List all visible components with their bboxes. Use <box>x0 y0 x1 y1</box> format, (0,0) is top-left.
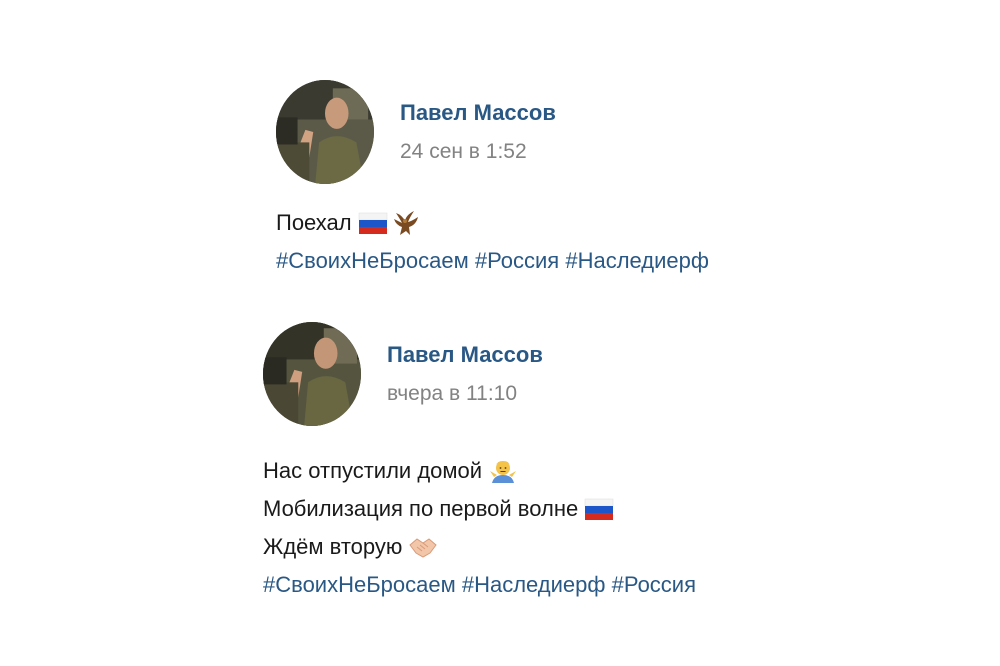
handshake-icon <box>408 533 438 561</box>
post-header: Павел Массов вчера в 11:10 <box>263 322 696 426</box>
hashtags: #СвоихНеБросаем #Наследиерф #Россия <box>263 566 696 604</box>
feed: Павел Массов 24 сен в 1:52 Поехал #Своих… <box>0 0 1000 666</box>
post-body: Нас отпустили домой Мобилизация по перво… <box>263 452 696 604</box>
post-text-line: Ждём вторую <box>263 528 696 566</box>
hashtag-link[interactable]: #Наследиерф <box>462 572 606 597</box>
author-name[interactable]: Павел Массов <box>387 342 543 368</box>
avatar[interactable] <box>263 322 361 426</box>
flag-russia-icon <box>584 495 614 523</box>
post-meta: Павел Массов 24 сен в 1:52 <box>400 100 556 164</box>
avatar[interactable] <box>276 80 374 184</box>
post: Павел Массов вчера в 11:10 Нас отпустили… <box>263 322 696 604</box>
hashtag-link[interactable]: #Россия <box>612 572 696 597</box>
hashtag-link[interactable]: #Россия <box>475 248 559 273</box>
hashtag-link[interactable]: #СвоихНеБросаем <box>263 572 456 597</box>
hashtag-link[interactable]: #Наследиерф <box>565 248 709 273</box>
hashtags: #СвоихНеБросаем #Россия #Наследиерф <box>276 242 709 280</box>
post-date[interactable]: вчера в 11:10 <box>387 382 543 406</box>
post-text: Мобилизация по первой волне <box>263 496 579 521</box>
post-text-line: Мобилизация по первой волне <box>263 490 696 528</box>
flag-russia-icon <box>358 209 388 237</box>
post-date[interactable]: 24 сен в 1:52 <box>400 140 556 164</box>
post: Павел Массов 24 сен в 1:52 Поехал #Своих… <box>276 80 709 280</box>
post-text: Ждём вторую <box>263 534 403 559</box>
post-body: Поехал #СвоихНеБросаем #Россия #Наследие… <box>276 204 709 280</box>
post-meta: Павел Массов вчера в 11:10 <box>387 342 543 406</box>
post-text-line: Нас отпустили домой <box>263 452 696 490</box>
post-text: Поехал <box>276 210 352 235</box>
shrug-icon <box>488 457 518 485</box>
hashtag-link[interactable]: #СвоихНеБросаем <box>276 248 469 273</box>
post-text: Нас отпустили домой <box>263 458 483 483</box>
post-text-line: Поехал <box>276 204 709 242</box>
author-name[interactable]: Павел Массов <box>400 100 556 126</box>
post-header: Павел Массов 24 сен в 1:52 <box>276 80 709 184</box>
eagle-icon <box>390 209 420 237</box>
